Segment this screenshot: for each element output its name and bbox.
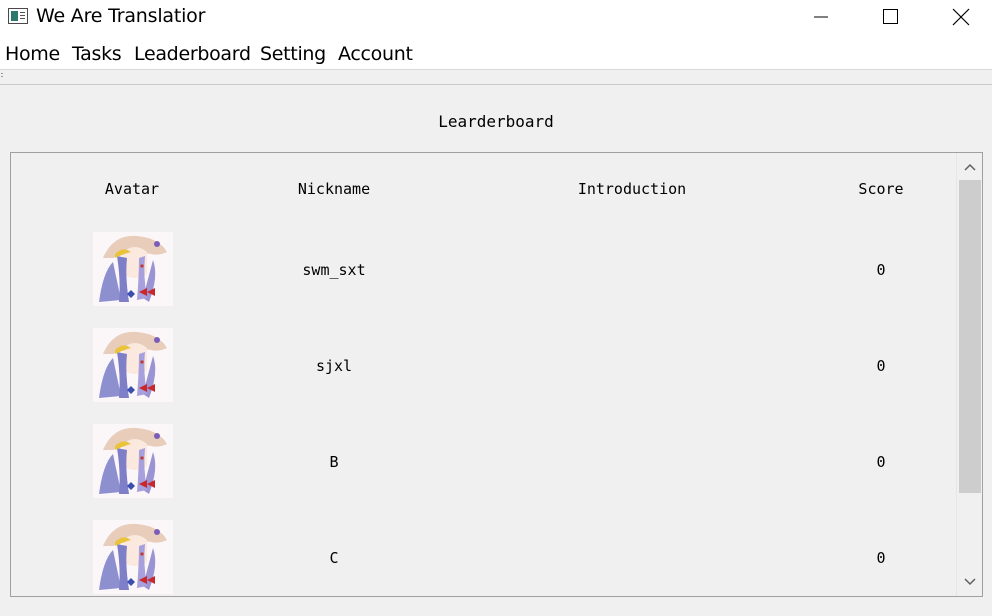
column-header-introduction: Introduction xyxy=(577,180,687,198)
scroll-thumb[interactable] xyxy=(959,180,981,493)
nickname-cell: sjxl xyxy=(315,357,353,375)
column-header-avatar: Avatar xyxy=(104,180,160,198)
score-cell: 0 xyxy=(876,261,886,279)
menu-item-leaderboard[interactable]: Leaderboard xyxy=(134,43,251,65)
scroll-up-button[interactable] xyxy=(957,155,982,179)
avatar-image xyxy=(93,424,173,498)
avatar-image xyxy=(93,232,173,306)
avatar-image xyxy=(93,520,173,594)
avatar xyxy=(93,232,173,306)
maximize-button[interactable] xyxy=(867,0,913,34)
avatar xyxy=(93,328,173,402)
avatar xyxy=(93,424,173,498)
chevron-up-icon xyxy=(964,163,976,171)
score-cell: 0 xyxy=(876,549,886,567)
column-header-score: Score xyxy=(858,180,904,198)
close-icon xyxy=(952,8,970,26)
title-bar: We Are Translatior xyxy=(0,0,992,34)
chevron-down-icon xyxy=(964,578,976,586)
vertical-scrollbar[interactable] xyxy=(956,153,982,596)
minimize-button[interactable] xyxy=(798,0,844,34)
nickname-cell: B xyxy=(329,453,339,471)
avatar-image xyxy=(93,328,173,402)
table-row[interactable]: swm_sxt 0 xyxy=(11,232,956,328)
window-title: We Are Translatior xyxy=(36,5,206,27)
app-icon xyxy=(8,8,28,24)
nickname-cell: swm_sxt xyxy=(302,261,366,279)
nickname-cell: C xyxy=(329,549,339,567)
score-cell: 0 xyxy=(876,453,886,471)
avatar xyxy=(93,520,173,594)
leaderboard-title: Learderboard xyxy=(438,112,554,131)
menu-bar: Home Tasks Leaderboard Setting Account xyxy=(0,34,992,70)
maximize-icon xyxy=(883,9,898,24)
score-cell: 0 xyxy=(876,357,886,375)
toolbar-strip xyxy=(0,70,992,85)
toolbar-grip-icon[interactable] xyxy=(1,73,3,79)
table-row[interactable]: B 0 xyxy=(11,424,956,520)
menu-item-tasks[interactable]: Tasks xyxy=(72,43,122,65)
minimize-icon xyxy=(814,16,828,18)
table-row[interactable]: C 0 xyxy=(11,520,956,596)
menu-item-account[interactable]: Account xyxy=(338,43,413,65)
menu-item-home[interactable]: Home xyxy=(5,43,60,65)
menu-item-setting[interactable]: Setting xyxy=(260,43,326,65)
scroll-down-button[interactable] xyxy=(957,570,982,594)
table-row[interactable]: sjxl 0 xyxy=(11,328,956,424)
column-header-nickname: Nickname xyxy=(297,180,371,198)
leaderboard-table: Avatar Nickname Introduction Score swm_s… xyxy=(10,152,983,597)
close-button[interactable] xyxy=(938,0,984,34)
